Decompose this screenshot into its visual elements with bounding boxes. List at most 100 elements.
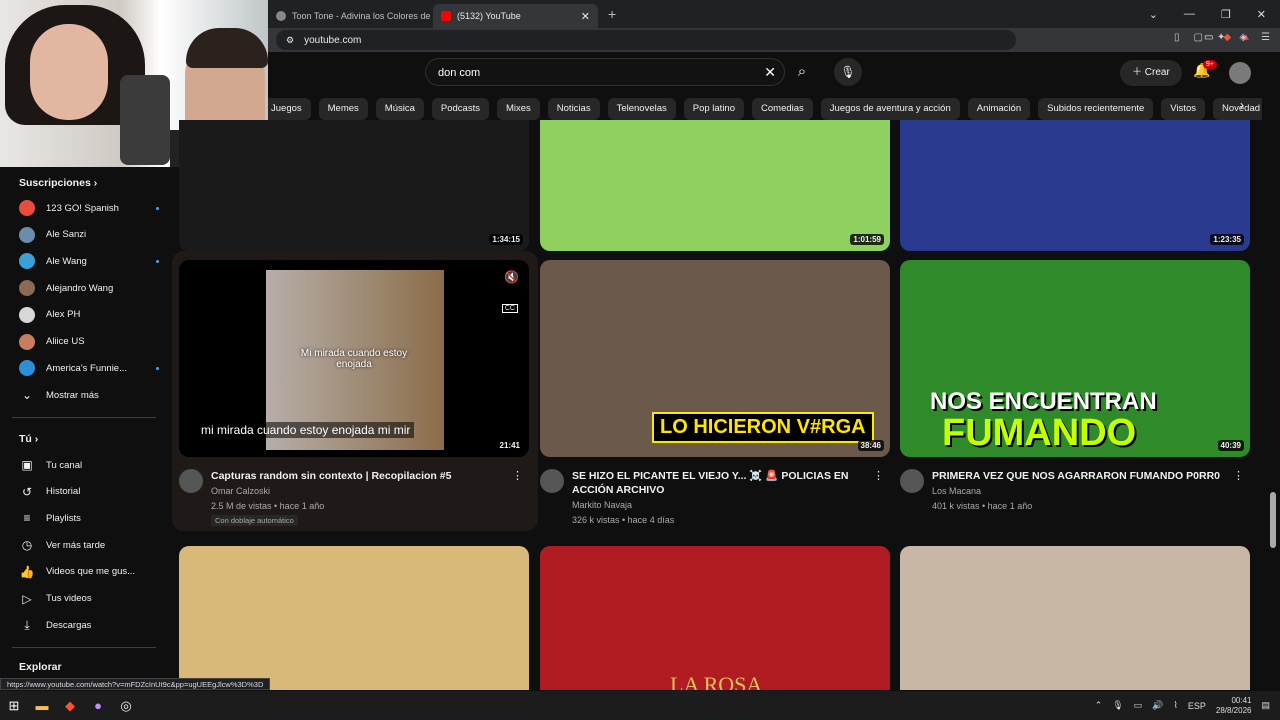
browser-tab-youtube[interactable]: (5132) YouTube ✕	[433, 4, 598, 28]
display-icon[interactable]: ▭	[1134, 700, 1143, 711]
page-scrollbar[interactable]	[1270, 492, 1276, 548]
subscription-item[interactable]: 123 GO! Spanish	[19, 197, 159, 219]
chip-9[interactable]: Juegos de aventura y acción	[820, 98, 960, 120]
you-item[interactable]: 👍 Videos que me gus...	[19, 561, 159, 583]
menu-icon[interactable]: ☰	[1261, 32, 1270, 43]
chip-8[interactable]: Comedias	[752, 98, 813, 120]
new-tab-icon[interactable]: +	[608, 6, 616, 22]
you-item-icon: ◷	[21, 538, 33, 553]
you-item-label: Tu canal	[46, 459, 83, 471]
video-thumbnail[interactable]: 1:23:35	[900, 120, 1250, 251]
subscription-item[interactable]: Alejandro Wang	[19, 277, 159, 299]
chip-1[interactable]: Memes	[318, 98, 368, 120]
volume-icon[interactable]: 🔊	[1152, 700, 1163, 711]
subscription-item[interactable]: Ale Wang	[19, 250, 159, 272]
chip-6[interactable]: Telenovelas	[607, 98, 676, 120]
mute-icon[interactable]: 🔇	[504, 270, 519, 284]
voice-search-button[interactable]: 🎙	[834, 58, 862, 86]
subscription-item[interactable]: Ale Sanzi	[19, 224, 159, 246]
chip-7[interactable]: Pop latino	[683, 98, 745, 120]
color-app-icon[interactable]: ●	[84, 692, 112, 720]
address-bar-row: ⚙ youtube.com ▭ ◆ ▲ ▯ ▢ ✦ ◈ ☰	[268, 28, 1280, 52]
channel-name[interactable]: Omar Calzoski	[211, 484, 270, 498]
notifications-icon[interactable]: ▤	[1261, 700, 1270, 711]
notification-badge: 9+	[1203, 60, 1217, 69]
thumbnail-overlay-text: LO HICIERON V#RGA	[652, 412, 874, 443]
start-button-icon[interactable]: ⊞	[0, 692, 28, 720]
obs-icon[interactable]: ◎	[112, 692, 140, 720]
video-title[interactable]: PRIMERA VEZ QUE NOS AGARRARON FUMANDO P0…	[932, 469, 1232, 483]
more-options-icon[interactable]: ⋮	[1233, 469, 1244, 482]
chip-11[interactable]: Subidos recientemente	[1038, 98, 1154, 120]
video-thumbnail[interactable]	[900, 546, 1250, 690]
captions-icon[interactable]: CC	[501, 304, 518, 313]
chip-3[interactable]: Podcasts	[431, 98, 489, 120]
show-more-button[interactable]: ⌄ Mostrar más	[19, 384, 159, 406]
channel-avatar[interactable]	[540, 469, 564, 493]
search-input[interactable]: don com ✕	[425, 58, 785, 86]
you-item-label: Playlists	[46, 512, 81, 524]
minimize-icon[interactable]: —	[1184, 8, 1195, 20]
chip-13[interactable]: Novedad para ti	[1212, 98, 1262, 120]
you-item[interactable]: ≡ Playlists	[19, 507, 159, 529]
language-indicator[interactable]: ESP	[1188, 701, 1206, 711]
account-avatar[interactable]	[1229, 62, 1251, 84]
clock[interactable]: 00:41 28/8/2026	[1216, 696, 1252, 716]
vpn-icon[interactable]: ◈	[1239, 32, 1247, 43]
tab-list-icon[interactable]: ⌄	[1149, 8, 1158, 21]
wallet-icon[interactable]: ▢	[1193, 32, 1202, 43]
video-thumbnail[interactable]: LA ROSA	[540, 546, 890, 690]
chip-12[interactable]: Vistos	[1161, 98, 1205, 120]
you-item-icon: ⤓	[24, 618, 30, 633]
clear-search-icon[interactable]: ✕	[764, 64, 776, 81]
video-title[interactable]: Capturas random sin contexto | Recopilac…	[211, 469, 511, 483]
channel-avatar[interactable]	[900, 469, 924, 493]
tray-overflow-icon[interactable]: ⌃	[1095, 700, 1103, 711]
chip-4[interactable]: Mixes	[496, 98, 540, 120]
subscription-item[interactable]: Aliice US	[19, 331, 159, 353]
chip-5[interactable]: Noticias	[547, 98, 600, 120]
you-item[interactable]: ↺ Historial	[19, 481, 159, 503]
video-thumbnail[interactable]: 1:01:59	[540, 120, 890, 251]
maximize-icon[interactable]: ❐	[1221, 8, 1231, 21]
create-button[interactable]: ＋ Crear	[1120, 60, 1182, 86]
url-field[interactable]: ⚙ youtube.com	[276, 30, 1016, 50]
close-window-icon[interactable]: ✕	[1257, 8, 1266, 21]
url-text: youtube.com	[304, 34, 362, 46]
chip-2[interactable]: Música	[375, 98, 424, 120]
video-thumbnail[interactable]: NOS ENCUENTRAN FUMANDO 40:39	[900, 260, 1250, 457]
chip-0[interactable]: Juegos	[262, 98, 311, 120]
video-thumbnail[interactable]: Mi mirada cuando estoy enojada 🔇 CC mi mira…	[179, 260, 529, 457]
channel-name[interactable]: Markito Navaja	[572, 498, 632, 512]
you-item[interactable]: ⤓ Descargas	[19, 614, 159, 636]
video-thumbnail[interactable]: 1:34:15	[179, 120, 529, 251]
status-bar-url: https://www.youtube.com/watch?v=mFDZcInU…	[0, 678, 271, 690]
search-button[interactable]: ⌕	[787, 58, 817, 86]
video-thumbnail[interactable]: LO HICIERON V#RGA 38:46	[540, 260, 890, 457]
channel-name[interactable]: Los Macana	[932, 484, 981, 498]
thumbnail-overlay-text-2: FUMANDO	[942, 412, 1137, 454]
subscription-item[interactable]: Alex PH	[19, 304, 159, 326]
you-item[interactable]: ◷ Ver más tarde	[19, 534, 159, 556]
network-icon[interactable]: ⌇	[1173, 700, 1177, 711]
you-item[interactable]: ▣ Tu canal	[19, 454, 159, 476]
leo-ai-icon[interactable]: ✦	[1217, 32, 1225, 43]
site-info-icon[interactable]: ⚙	[286, 35, 294, 46]
more-options-icon[interactable]: ⋮	[512, 469, 523, 482]
sidebar-icon[interactable]: ▯	[1174, 32, 1180, 43]
video-thumbnail[interactable]	[179, 546, 529, 690]
you-item[interactable]: ▷ Tus videos	[19, 588, 159, 610]
browser-tab-toon-tone[interactable]: Toon Tone - Adivina los Colores de D	[268, 4, 433, 28]
more-options-icon[interactable]: ⋮	[873, 469, 884, 482]
subscription-item[interactable]: America's Funnie...	[19, 357, 159, 379]
microphone-icon[interactable]: 🎙	[1112, 700, 1123, 711]
channel-avatar[interactable]	[179, 469, 203, 493]
close-tab-icon[interactable]: ✕	[581, 10, 590, 23]
subscriptions-heading[interactable]: Suscripciones ›	[19, 177, 97, 189]
chip-10[interactable]: Animación	[967, 98, 1031, 120]
you-heading[interactable]: Tú ›	[19, 433, 38, 445]
brave-browser-icon[interactable]: ◆	[56, 692, 84, 720]
chips-next-chevron-icon[interactable]: ›	[1240, 98, 1244, 112]
video-title[interactable]: SE HIZO EL PICANTE EL VIEJO Y... ☠️ 🚨 PO…	[572, 469, 872, 497]
file-explorer-icon[interactable]: ▬	[28, 692, 56, 720]
